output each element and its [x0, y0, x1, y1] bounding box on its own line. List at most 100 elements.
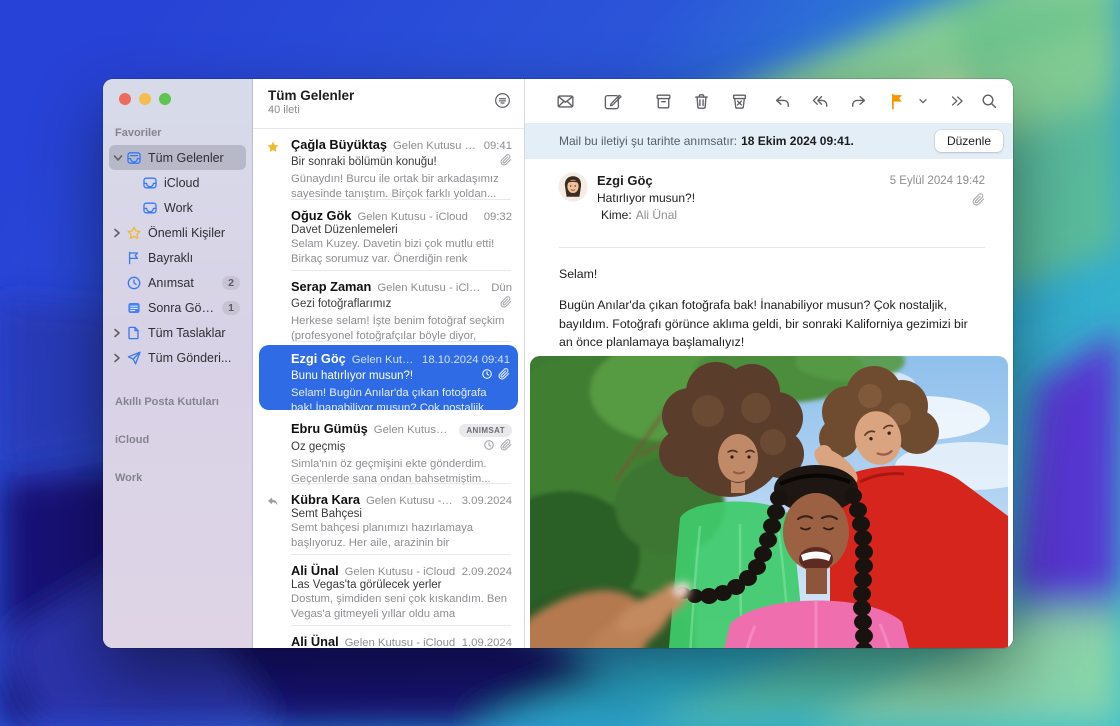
- archive-icon[interactable]: [653, 89, 674, 113]
- filter-icon[interactable]: [493, 91, 512, 115]
- replied-indicator-icon: [266, 495, 282, 509]
- reading-pane: Mail bu iletiyi şu tarihte anımsatır: 18…: [525, 79, 1013, 648]
- sidebar-section-work[interactable]: Work: [103, 472, 252, 484]
- sendlater-icon: [125, 299, 142, 316]
- sender-avatar[interactable]: [559, 173, 587, 201]
- message-subject: Öz geçmiş: [291, 441, 483, 453]
- sidebar-item-label: Önemli Kişiler: [148, 226, 240, 240]
- message-from: Ezgi Göç: [597, 173, 695, 188]
- message-row[interactable]: Kübra KaraGelen Kutusu - iCl...3.09.2024…: [253, 484, 524, 555]
- trash-icon[interactable]: [691, 89, 712, 113]
- toolbar: [525, 79, 1013, 123]
- search-icon[interactable]: [978, 89, 999, 113]
- sidebar-item-onemli-kisiler[interactable]: Önemli Kişiler: [109, 220, 246, 245]
- reminder-date: 18 Ekim 2024 09:41.: [741, 134, 854, 148]
- flag-icon: [125, 249, 142, 266]
- junk-icon[interactable]: [729, 89, 750, 113]
- message-mailbox: Gelen Kutusu - iCloud: [345, 637, 456, 648]
- message-preview: Dostum, şimdiden seni çok kıskandım. Ben…: [291, 592, 512, 622]
- chevron-right-icon[interactable]: [113, 353, 123, 363]
- message-preview: Semt bahçesi planımızı hazırlamaya başlı…: [291, 521, 512, 551]
- flag-menu-chevron-icon[interactable]: [913, 89, 934, 113]
- message-sender: Ali Ünal: [291, 634, 339, 648]
- draft-icon: [125, 324, 142, 341]
- reply-icon[interactable]: [772, 89, 793, 113]
- compose-icon[interactable]: [602, 89, 623, 113]
- sidebar-item-icloud-inbox[interactable]: iCloud: [109, 170, 246, 195]
- reply-all-icon[interactable]: [810, 89, 831, 113]
- remind-clock-icon: [483, 438, 495, 456]
- message-date: 1.09.2024: [462, 637, 512, 648]
- message-sender: Ezgi Göç: [291, 351, 346, 366]
- zoom-window-button[interactable]: [159, 93, 171, 105]
- message-mailbox: Gelen Kutusu - iCl...: [374, 424, 454, 436]
- sidebar-item-work-inbox[interactable]: Work: [109, 195, 246, 220]
- paperclip-icon: [500, 295, 512, 313]
- mailbox-title: Tüm Gelenler: [268, 88, 512, 103]
- body-paragraph: Selam!: [559, 265, 983, 283]
- sidebar-item-tum-taslaklar[interactable]: Tüm Taslaklar: [109, 320, 246, 345]
- sent-icon: [125, 349, 142, 366]
- sidebar-item-tum-gonderilenler[interactable]: Tüm Gönderi...: [109, 345, 246, 370]
- message-preview: Herkese selam! İşte benim fotoğraf seçki…: [291, 314, 512, 344]
- star-icon: [125, 224, 142, 241]
- message-indicator-icons: [483, 438, 512, 456]
- message-subject: Gezi fotoğraflarımız: [291, 298, 500, 310]
- message-date: 09:41: [484, 140, 512, 152]
- remind-chip: ANIMSAT: [459, 424, 512, 437]
- message-subject: Hatırlıyor musun?!: [597, 191, 695, 205]
- chevron-right-icon[interactable]: [113, 228, 123, 238]
- sidebar-item-label: Tüm Taslaklar: [148, 326, 240, 340]
- message-mailbox: Gelen Kutusu - iCl...: [393, 140, 478, 152]
- to-recipient[interactable]: Ali Ünal: [636, 208, 677, 222]
- message-date: 5 Eylül 2024 19:42: [890, 175, 985, 187]
- unread-badge: 1: [222, 301, 240, 315]
- message-list-header: Tüm Gelenler 40 ileti: [253, 79, 524, 129]
- get-mail-icon[interactable]: [555, 89, 576, 113]
- message-row[interactable]: Serap ZamanGelen Kutusu - iCloudDünGezi …: [253, 271, 524, 342]
- sidebar-item-sonra-gonder[interactable]: Sonra Gön...1: [109, 295, 246, 320]
- message-mailbox: Gelen Kutusu - iCl...: [366, 495, 456, 507]
- sidebar-section-smart-mailboxes[interactable]: Akıllı Posta Kutuları: [103, 396, 252, 408]
- message-date: 3.09.2024: [462, 495, 512, 507]
- more-toolbar-icon[interactable]: [947, 89, 968, 113]
- message-header: Ezgi Göç Hatırlıyor musun?! Kime: Ali Üna…: [525, 159, 1013, 237]
- forward-icon[interactable]: [848, 89, 869, 113]
- remind-clock-icon: [481, 367, 493, 385]
- sidebar-item-label: Bayraklı: [148, 251, 240, 265]
- sidebar-item-bayrakli[interactable]: Bayraklı: [109, 245, 246, 270]
- sidebar-section-icloud[interactable]: iCloud: [103, 434, 252, 446]
- message-sender: Ebru Gümüş: [291, 421, 368, 436]
- minimize-window-button[interactable]: [139, 93, 151, 105]
- message-row[interactable]: Çağla BüyüktaşGelen Kutusu - iCl...09:41…: [253, 129, 524, 200]
- message-subject: Davet Düzenlemeleri: [291, 224, 512, 236]
- sidebar-item-label: iCloud: [164, 176, 240, 190]
- chevron-right-icon[interactable]: [113, 328, 123, 338]
- paperclip-icon: [500, 153, 512, 171]
- message-subject: Semt Bahçesi: [291, 508, 512, 520]
- mail-window: Favoriler Tüm Gelenler iCloud Work Önemli K…: [103, 79, 1013, 648]
- message-body: Selam! Bugün Anılar'da çıkan fotoğrafa b…: [525, 248, 1013, 356]
- message-preview: Selam! Bugün Anılar'da çıkan fotoğrafa b…: [291, 386, 510, 416]
- message-row[interactable]: Ali ÜnalGelen Kutusu - iCloud2.09.2024La…: [253, 555, 524, 626]
- close-window-button[interactable]: [119, 93, 131, 105]
- message-rows: Çağla BüyüktaşGelen Kutusu - iCl...09:41…: [253, 129, 524, 648]
- message-row[interactable]: Ezgi GöçGelen Kutusu...18.10.2024 09:41B…: [259, 345, 518, 410]
- message-list: Tüm Gelenler 40 ileti Çağla BüyüktaşGele…: [253, 79, 525, 648]
- paperclip-icon: [498, 367, 510, 385]
- inbox-icon: [125, 149, 142, 166]
- message-row[interactable]: Ebru Gümüş Gelen Kutusu - iCl... ANIMSAT Öz…: [253, 413, 524, 484]
- to-label: Kime:: [601, 208, 632, 222]
- message-row[interactable]: Oğuz GökGelen Kutusu - iCloud09:32Davet …: [253, 200, 524, 271]
- sidebar-item-tum-gelenler[interactable]: Tüm Gelenler: [109, 145, 246, 170]
- star-icon: [266, 140, 282, 154]
- edit-reminder-button[interactable]: Düzenle: [935, 130, 1003, 152]
- sidebar-item-label: Tüm Gönderi...: [148, 351, 240, 365]
- flag-icon[interactable]: [887, 89, 908, 113]
- photo-attachment[interactable]: [530, 356, 1008, 648]
- message-row[interactable]: Ali Ünal Gelen Kutusu - iCloud 1.09.2024: [253, 626, 524, 648]
- clock-icon: [125, 274, 142, 291]
- chevron-down-icon[interactable]: [113, 154, 123, 162]
- sidebar-section-favorites[interactable]: Favoriler: [103, 127, 252, 139]
- sidebar-item-animsat[interactable]: Anımsat2: [109, 270, 246, 295]
